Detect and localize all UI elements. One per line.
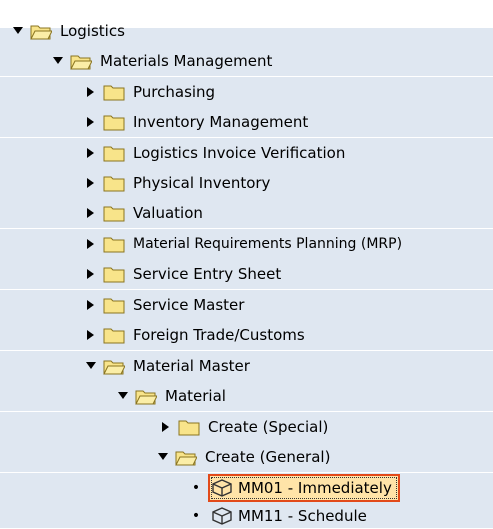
- folder-icon: [103, 175, 125, 192]
- menu-tree: Logistics Materials Management Purchasin…: [0, 0, 493, 528]
- folder-icon: [103, 266, 125, 283]
- tree-node-create-general[interactable]: Create (General): [0, 442, 493, 472]
- tree-node-label: Material Master: [133, 357, 250, 375]
- folder-icon: [178, 419, 200, 436]
- tree-node-physical-inventory[interactable]: Physical Inventory: [0, 168, 493, 198]
- tree-node-label: MM11 - Schedule: [238, 506, 367, 525]
- tree-node-label: Logistics: [60, 22, 125, 40]
- triangle-down-icon[interactable]: [117, 390, 129, 402]
- triangle-right-icon[interactable]: [85, 116, 97, 128]
- triangle-right-icon[interactable]: [85, 86, 97, 98]
- tree-node-purchasing[interactable]: Purchasing: [0, 77, 493, 107]
- folder-icon: [103, 297, 125, 314]
- triangle-down-icon[interactable]: [12, 25, 24, 37]
- folder-open-icon: [30, 23, 53, 40]
- triangle-right-icon[interactable]: [85, 268, 97, 280]
- selected-transaction[interactable]: MM01 - Immediately: [208, 474, 400, 502]
- tree-node-label: Physical Inventory: [133, 174, 271, 192]
- transaction-cube-icon: [212, 479, 232, 497]
- folder-icon: [103, 205, 125, 222]
- tree-node-mm01[interactable]: • MM01 - Immediately: [0, 473, 493, 503]
- folder-open-icon: [70, 53, 93, 70]
- tree-node-foreign-trade-customs[interactable]: Foreign Trade/Customs: [0, 320, 493, 350]
- tree-node-service-master[interactable]: Service Master: [0, 290, 493, 320]
- folder-icon: [103, 114, 125, 131]
- tree-node-mrp[interactable]: Material Requirements Planning (MRP): [0, 229, 493, 259]
- tree-node-inventory-management[interactable]: Inventory Management: [0, 107, 493, 137]
- folder-open-icon: [103, 358, 126, 375]
- triangle-right-icon[interactable]: [85, 177, 97, 189]
- tree-node-label: MM01 - Immediately: [238, 479, 392, 497]
- tree-node-label: Material Requirements Planning (MRP): [133, 236, 403, 252]
- tree-node-label: Service Entry Sheet: [133, 265, 282, 283]
- tree-node-mm11[interactable]: • MM11 - Schedule: [0, 503, 493, 528]
- tree-node-valuation[interactable]: Valuation: [0, 198, 493, 228]
- tree-node-label: Materials Management: [100, 52, 273, 70]
- folder-icon: [103, 236, 125, 253]
- triangle-down-icon[interactable]: [52, 55, 64, 67]
- tree-node-material-master[interactable]: Material Master: [0, 351, 493, 381]
- bullet-icon: •: [191, 507, 201, 524]
- tree-node-logistics-invoice-verification[interactable]: Logistics Invoice Verification: [0, 138, 493, 168]
- folder-open-icon: [175, 449, 198, 466]
- folder-open-icon: [135, 388, 158, 405]
- tree-node-materials-management[interactable]: Materials Management: [0, 46, 493, 76]
- triangle-right-icon[interactable]: [85, 207, 97, 219]
- transaction-cube-icon: [212, 506, 232, 525]
- tree-node-label: Material: [165, 387, 226, 405]
- tree-node-logistics[interactable]: Logistics: [0, 16, 493, 46]
- tree-node-label: Valuation: [133, 204, 203, 222]
- tree-node-label: Service Master: [133, 296, 245, 314]
- triangle-right-icon[interactable]: [160, 421, 172, 433]
- tree-node-material[interactable]: Material: [0, 381, 493, 411]
- tree-node-label: Logistics Invoice Verification: [133, 144, 346, 162]
- tree-node-label: Foreign Trade/Customs: [133, 326, 305, 344]
- triangle-right-icon[interactable]: [85, 147, 97, 159]
- folder-icon: [103, 327, 125, 344]
- tree-node-service-entry-sheet[interactable]: Service Entry Sheet: [0, 259, 493, 289]
- tree-node-label: Create (General): [205, 448, 331, 466]
- tree-node-label: Inventory Management: [133, 113, 309, 131]
- folder-icon: [103, 145, 125, 162]
- triangle-right-icon[interactable]: [85, 329, 97, 341]
- triangle-right-icon[interactable]: [85, 299, 97, 311]
- triangle-right-icon[interactable]: [85, 238, 97, 250]
- triangle-down-icon[interactable]: [85, 360, 97, 372]
- triangle-down-icon[interactable]: [157, 451, 169, 463]
- folder-icon: [103, 84, 125, 101]
- tree-node-label: Create (Special): [208, 418, 329, 436]
- tree-node-label: Purchasing: [133, 83, 216, 101]
- tree-node-create-special[interactable]: Create (Special): [0, 412, 493, 442]
- bullet-icon: •: [191, 480, 201, 496]
